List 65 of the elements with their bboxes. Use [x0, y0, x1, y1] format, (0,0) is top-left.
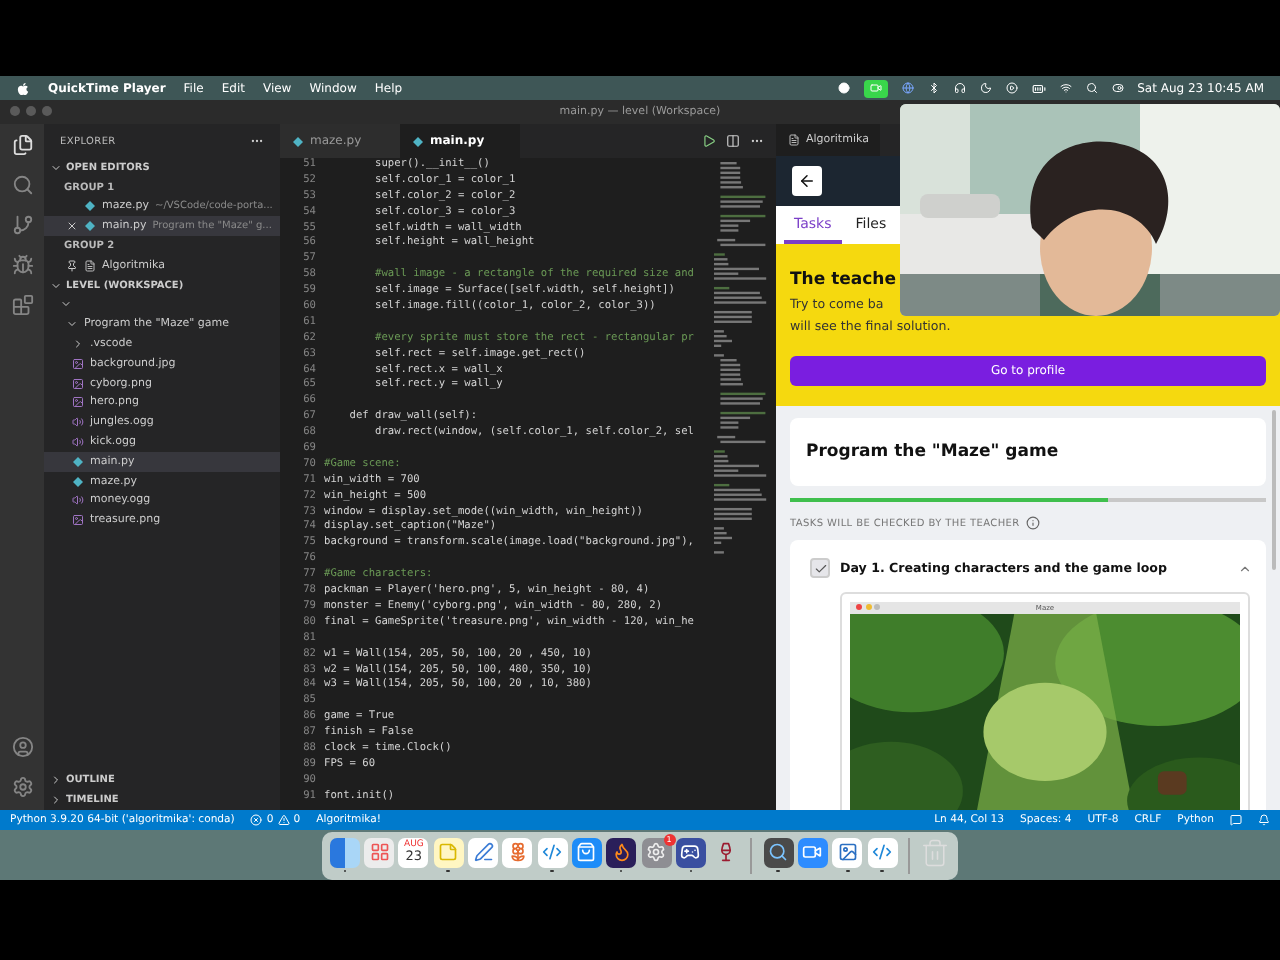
- bluetooth-icon[interactable]: [927, 82, 940, 94]
- video-camera-icon[interactable]: [797, 837, 828, 868]
- files-icon[interactable]: [11, 134, 33, 156]
- feedback-icon[interactable]: [1230, 814, 1242, 826]
- toggle-icon[interactable]: [1111, 82, 1124, 94]
- account-icon[interactable]: [11, 736, 33, 758]
- branch-icon[interactable]: [11, 214, 33, 236]
- audio-file-icon: [72, 416, 84, 429]
- record-icon[interactable]: [837, 82, 850, 94]
- audio-file-icon: [72, 436, 84, 449]
- gamepad-icon[interactable]: [675, 837, 706, 868]
- flower-icon[interactable]: [502, 837, 533, 868]
- flame-icon[interactable]: [606, 837, 637, 868]
- magnifier-icon[interactable]: [763, 837, 794, 868]
- close-icon[interactable]: [66, 220, 78, 233]
- banner-title: The teache: [790, 270, 898, 290]
- warning-icon[interactable]: [277, 814, 290, 826]
- chevron-right-icon[interactable]: [50, 794, 62, 807]
- search-icon[interactable]: [11, 174, 33, 196]
- image-file-icon: [72, 377, 84, 390]
- run-icon[interactable]: [702, 134, 716, 148]
- drawing-board-icon[interactable]: [468, 837, 499, 868]
- apple-icon[interactable]: [16, 81, 30, 95]
- chevron-down-icon[interactable]: [60, 298, 72, 311]
- file-icon: [84, 259, 96, 272]
- play-circle-icon[interactable]: [1005, 82, 1018, 94]
- info-icon[interactable]: [1025, 516, 1040, 530]
- chevron-up-icon[interactable]: [1238, 561, 1252, 575]
- more-icon[interactable]: [250, 134, 264, 148]
- image-file-icon: [72, 396, 84, 409]
- back-button[interactable]: [792, 166, 822, 196]
- pin-icon[interactable]: [66, 259, 78, 272]
- checkbox[interactable]: [810, 558, 830, 578]
- audio-file-icon: [72, 494, 84, 507]
- lesson-title: Program the "Maze" game: [804, 440, 1061, 466]
- error-icon[interactable]: [250, 814, 263, 826]
- split-editor-icon[interactable]: [726, 134, 740, 148]
- arrow-left-icon: [798, 172, 816, 190]
- blocks-icon[interactable]: [11, 294, 33, 316]
- file-icon: [788, 134, 800, 146]
- python-file-icon: [412, 135, 424, 147]
- battery-icon[interactable]: [1031, 81, 1046, 95]
- moon-icon[interactable]: [979, 82, 992, 94]
- image-file-icon: [72, 514, 84, 527]
- settings-icon[interactable]: [11, 776, 33, 798]
- chevron-right-icon[interactable]: [72, 338, 84, 351]
- file-manager-icon[interactable]: [329, 837, 360, 868]
- code-editor-icon[interactable]: [867, 837, 898, 868]
- gear-icon[interactable]: [641, 837, 671, 868]
- python-file-icon: [292, 135, 304, 147]
- headphones-icon[interactable]: [953, 82, 966, 94]
- image-file-icon: [72, 357, 84, 370]
- chevron-down-icon[interactable]: [66, 318, 78, 331]
- grid-icon[interactable]: [364, 837, 395, 868]
- wifi-icon[interactable]: [1059, 82, 1072, 94]
- chevron-right-icon[interactable]: [50, 774, 62, 787]
- bug-icon[interactable]: [11, 254, 33, 276]
- globe-icon[interactable]: [901, 82, 914, 94]
- bell-icon[interactable]: [1258, 814, 1270, 826]
- more-icon[interactable]: [750, 134, 764, 148]
- chevron-down-icon[interactable]: [50, 279, 62, 292]
- photo-viewer-icon[interactable]: [832, 837, 863, 868]
- code-editor-icon[interactable]: [537, 837, 568, 868]
- chevron-down-icon[interactable]: [50, 161, 62, 174]
- camera-indicator[interactable]: [863, 79, 888, 97]
